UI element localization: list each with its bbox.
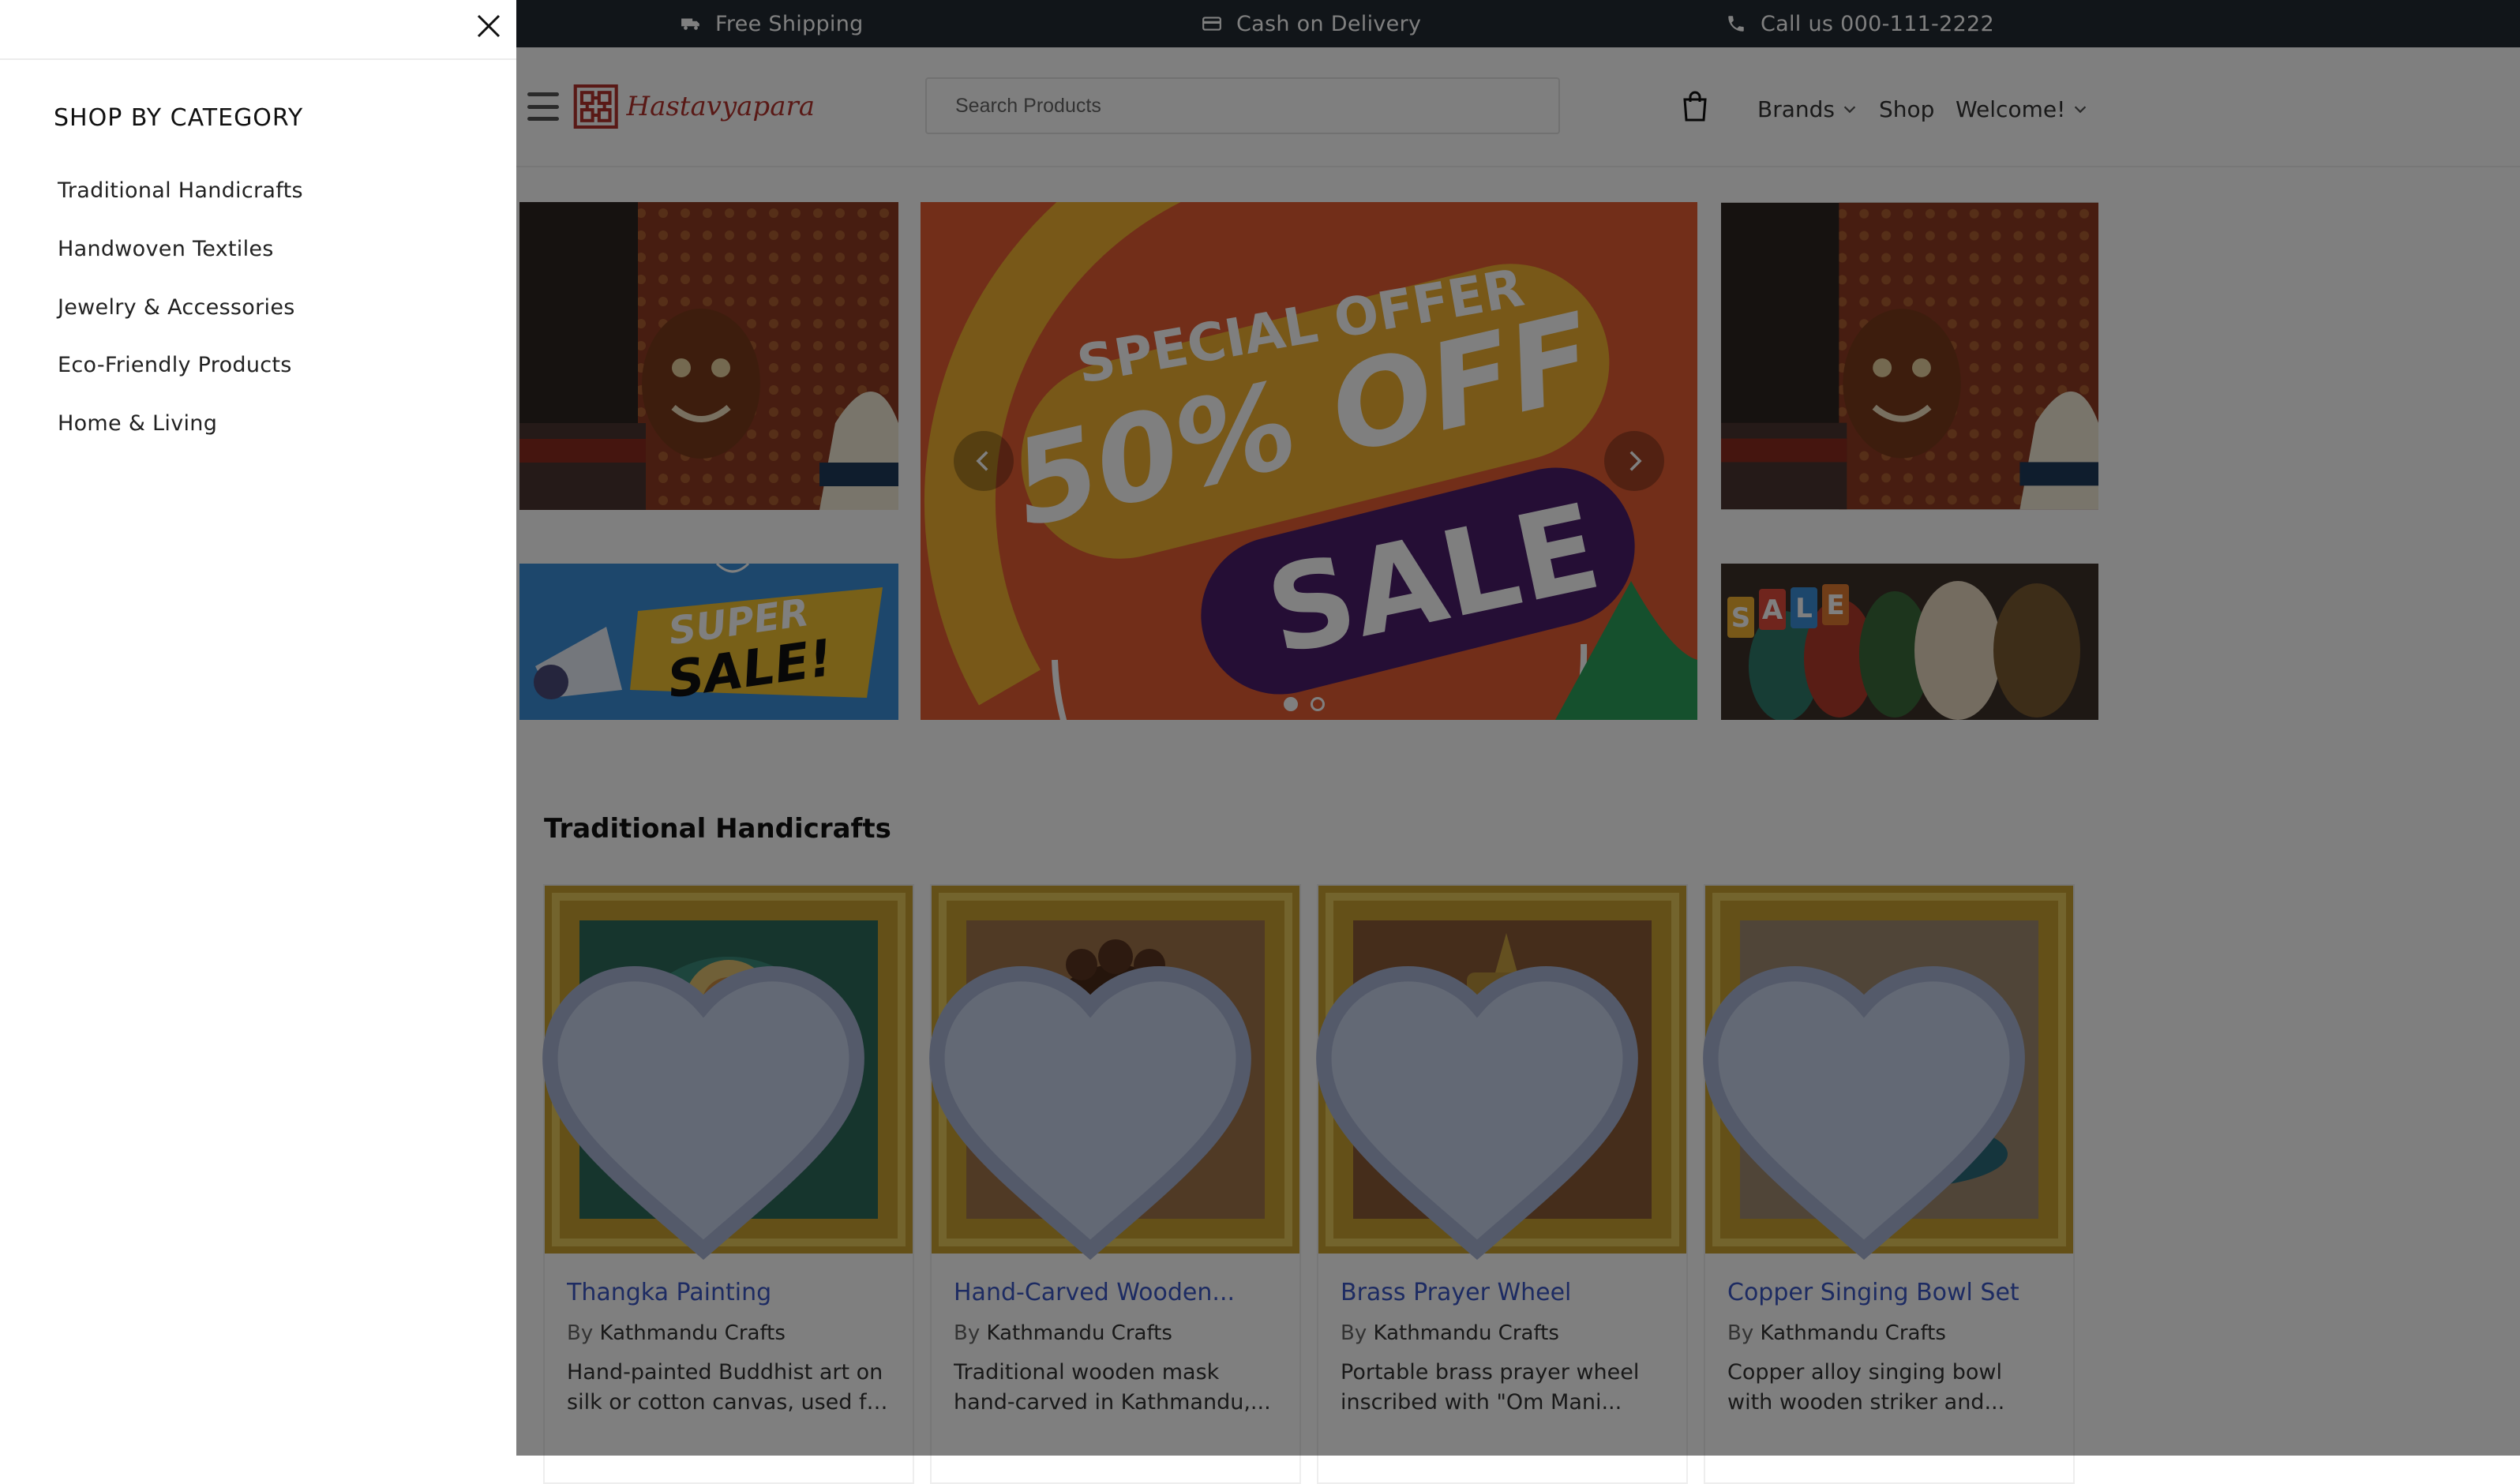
category-item-traditional-handicrafts[interactable]: Traditional Handicrafts — [58, 178, 303, 203]
category-item-handwoven-textiles[interactable]: Handwoven Textiles — [58, 237, 274, 261]
category-item-jewelry-accessories[interactable]: Jewelry & Accessories — [58, 295, 295, 320]
category-item-eco-friendly-products[interactable]: Eco-Friendly Products — [58, 353, 292, 377]
category-item-home-living[interactable]: Home & Living — [58, 411, 217, 436]
close-icon[interactable] — [471, 8, 507, 44]
drawer-header — [0, 0, 516, 60]
drawer-heading: SHOP BY CATEGORY — [54, 104, 304, 132]
category-drawer: SHOP BY CATEGORY Traditional Handicrafts… — [0, 0, 516, 1456]
